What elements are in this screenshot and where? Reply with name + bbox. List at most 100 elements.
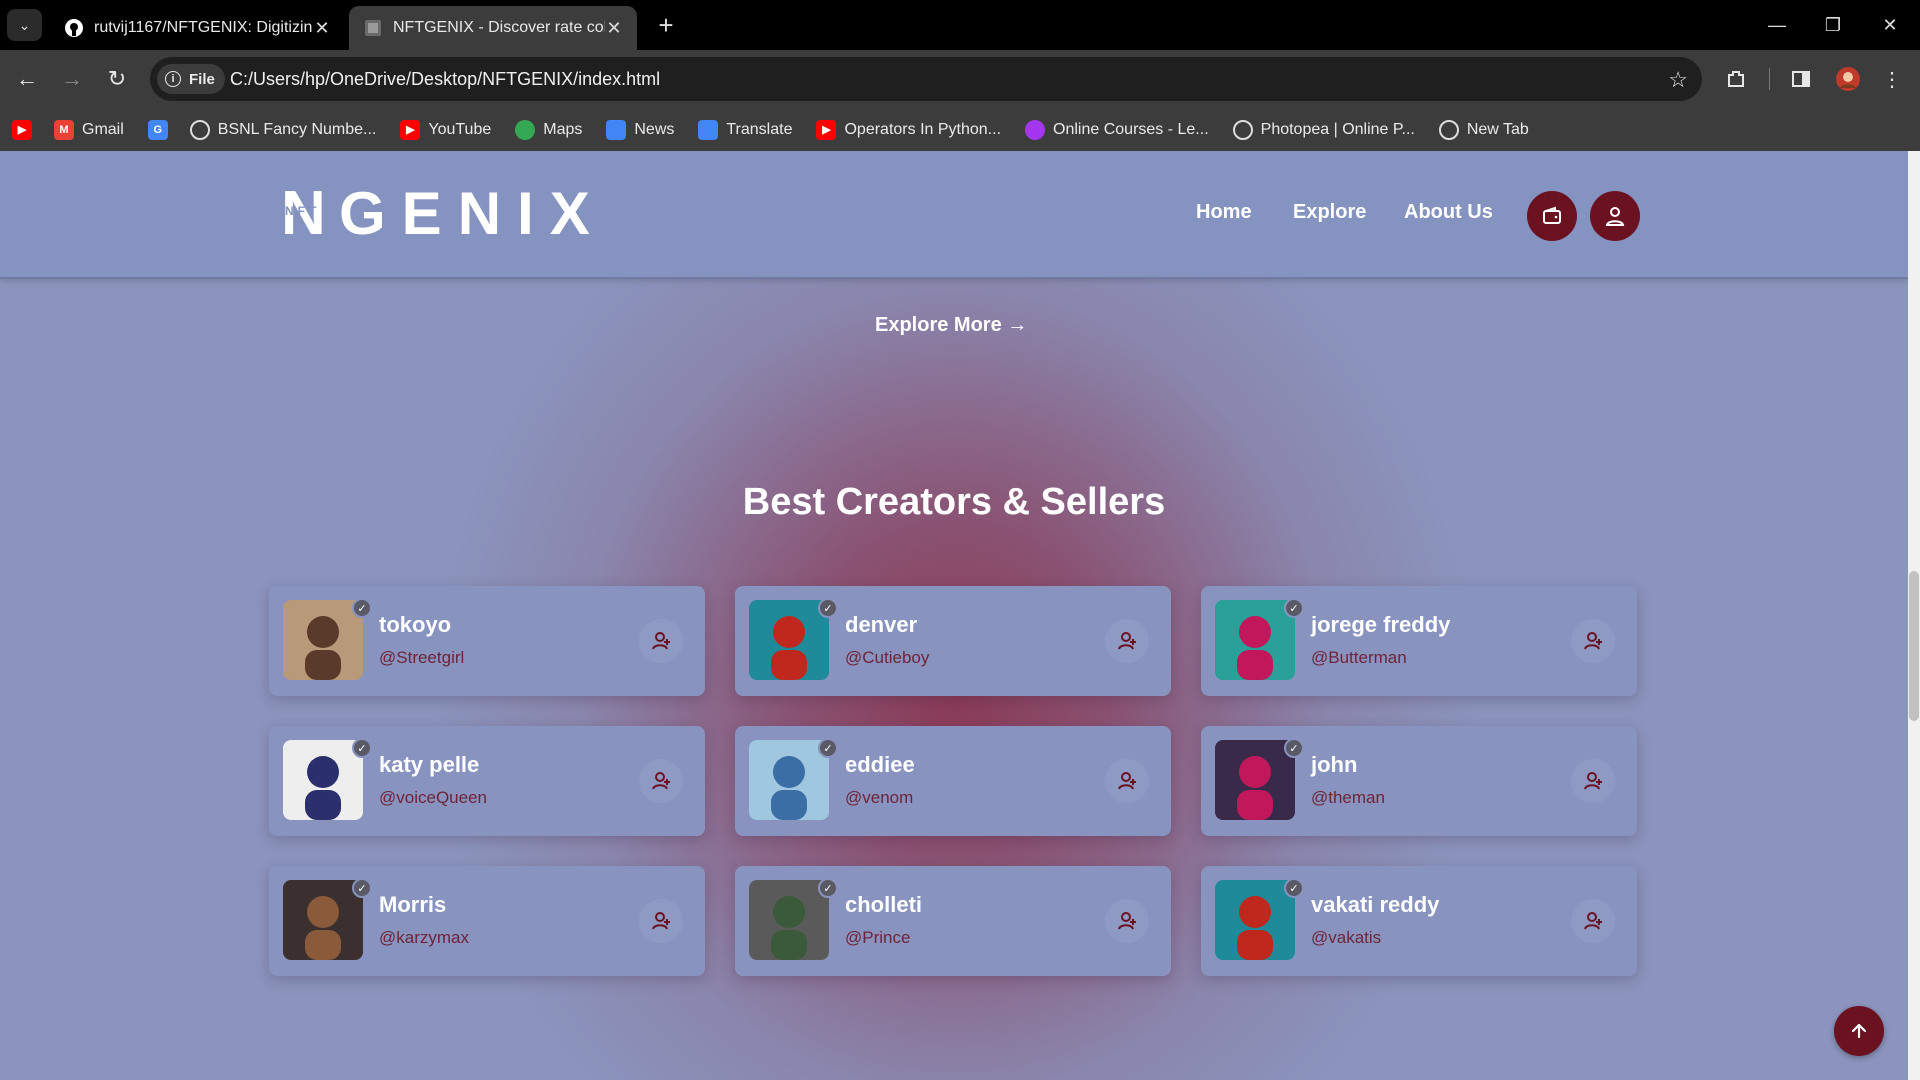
explore-more-link[interactable]: Explore More → [875,314,1027,337]
site-info-chip[interactable]: i File [157,64,225,94]
follow-button[interactable] [1571,619,1615,663]
bookmarks-bar: ▶ M Gmail G BSNL Fancy Numbe... ▶ YouTube Maps N… [0,108,1920,151]
creator-name[interactable]: jorege freddy [1311,612,1450,638]
profile-avatar[interactable] [1832,63,1864,95]
bookmark-item[interactable]: Translate [698,119,793,140]
bookmark-item[interactable]: ▶ Operators In Python... [816,119,1002,140]
creator-name[interactable]: eddiee [845,752,915,778]
follow-button[interactable] [639,619,683,663]
bookmark-star-icon[interactable]: ☆ [1668,67,1688,93]
browser-tab-nftgenix[interactable]: NFTGENIX - Discover rate collec ✕ [349,6,637,50]
page-scrollbar-thumb[interactable] [1909,571,1919,721]
creator-avatar[interactable] [749,600,829,680]
nav-explore[interactable]: Explore [1293,201,1366,224]
follow-button[interactable] [639,759,683,803]
tab-search-dropdown[interactable]: ⌄ [7,9,42,41]
bookmark-label: Translate [726,120,793,138]
verified-badge-icon: ✓ [352,878,372,898]
creator-card[interactable]: ✓ jorege freddy @Butterman [1201,586,1637,696]
creator-card[interactable]: ✓ cholleti @Prince [735,866,1171,976]
follow-button[interactable] [1105,899,1149,943]
side-panel-button[interactable] [1785,63,1817,95]
info-icon: i [165,71,181,87]
creator-name[interactable]: denver [845,612,917,638]
bookmark-item[interactable]: M Gmail [54,119,124,140]
user-account-button[interactable] [1590,191,1640,241]
translate-icon [698,119,719,140]
creator-handle[interactable]: @vakatis [1311,928,1381,948]
creator-name[interactable]: john [1311,752,1357,778]
close-icon[interactable]: ✕ [313,18,331,39]
creator-handle[interactable]: @voiceQueen [379,788,487,808]
bookmark-item[interactable]: News [606,119,674,140]
creator-avatar[interactable] [283,880,363,960]
creator-card[interactable]: ✓ vakati reddy @vakatis [1201,866,1637,976]
course-icon [1025,119,1046,140]
creator-avatar[interactable] [283,600,363,680]
creator-handle[interactable]: @Prince [845,928,910,948]
nav-home[interactable]: Home [1196,201,1252,224]
reload-icon: ↻ [107,66,127,91]
creator-handle[interactable]: @theman [1311,788,1385,808]
browser-menu-button[interactable]: ⋮ [1876,63,1908,95]
browser-tab-github[interactable]: rutvij1167/NFTGENIX: Digitizing ✕ [50,6,345,50]
verified-badge-icon: ✓ [1284,738,1304,758]
creator-name[interactable]: cholleti [845,892,922,918]
bookmark-item[interactable]: BSNL Fancy Numbe... [189,119,376,140]
follow-button[interactable] [1105,759,1149,803]
creator-avatar[interactable] [283,740,363,820]
follow-button[interactable] [639,899,683,943]
creator-card[interactable]: ✓ denver @Cutieboy [735,586,1171,696]
follow-button[interactable] [1571,759,1615,803]
creator-card[interactable]: ✓ tokoyo @Streetgirl [269,586,705,696]
creator-card[interactable]: ✓ eddiee @venom [735,726,1171,836]
bookmark-item[interactable]: Online Courses - Le... [1025,119,1209,140]
site-logo[interactable]: N NFT GENIX [281,179,606,249]
wallet-button[interactable] [1527,191,1577,241]
creator-avatar[interactable] [749,740,829,820]
creator-handle[interactable]: @Streetgirl [379,648,464,668]
creator-avatar[interactable] [1215,880,1295,960]
add-user-icon [652,632,670,650]
creator-avatar[interactable] [749,880,829,960]
creator-handle[interactable]: @karzymax [379,928,469,948]
logo-wordmark: GENIX [339,180,606,247]
address-bar[interactable]: i File C:/Users/hp/OneDrive/Desktop/NFTG… [150,57,1702,101]
bookmark-item[interactable]: Maps [515,119,582,140]
gmail-icon: M [54,119,74,140]
arrow-right-icon: → [61,66,83,91]
creator-name[interactable]: tokoyo [379,612,451,638]
minimize-button[interactable]: — [1757,10,1797,40]
restore-button[interactable]: ❐ [1813,10,1853,40]
window-close-button[interactable]: ✕ [1870,10,1910,40]
creator-avatar[interactable] [1215,600,1295,680]
creator-avatar[interactable] [1215,740,1295,820]
back-button[interactable]: ← [10,63,44,95]
forward-button[interactable]: → [55,63,89,95]
bookmark-item[interactable]: New Tab [1438,119,1529,140]
creator-handle[interactable]: @venom [845,788,913,808]
bookmark-label: Operators In Python... [844,120,1002,138]
creator-name[interactable]: Morris [379,892,446,918]
creator-card[interactable]: ✓ katy pelle @voiceQueen [269,726,705,836]
reload-button[interactable]: ↻ [100,63,134,95]
back-to-top-button[interactable] [1834,1006,1884,1056]
creator-handle[interactable]: @Cutieboy [845,648,929,668]
creator-name[interactable]: katy pelle [379,752,479,778]
new-tab-button[interactable]: + [651,10,681,40]
url-text[interactable]: C:/Users/hp/OneDrive/Desktop/NFTGENIX/in… [230,57,660,101]
bookmark-item[interactable]: ▶ YouTube [400,119,491,140]
arrow-left-icon: ← [16,66,38,91]
extensions-button[interactable] [1720,63,1752,95]
creator-handle[interactable]: @Butterman [1311,648,1407,668]
close-icon[interactable]: ✕ [605,18,623,39]
bookmark-item[interactable]: Photopea | Online P... [1232,119,1415,140]
creator-name[interactable]: vakati reddy [1311,892,1439,918]
creator-card[interactable]: ✓ Morris @karzymax [269,866,705,976]
nav-about-us[interactable]: About Us [1404,201,1493,224]
creator-card[interactable]: ✓ john @theman [1201,726,1637,836]
bookmark-item[interactable]: G [147,119,176,140]
bookmark-item[interactable]: ▶ [12,119,40,140]
follow-button[interactable] [1105,619,1149,663]
follow-button[interactable] [1571,899,1615,943]
